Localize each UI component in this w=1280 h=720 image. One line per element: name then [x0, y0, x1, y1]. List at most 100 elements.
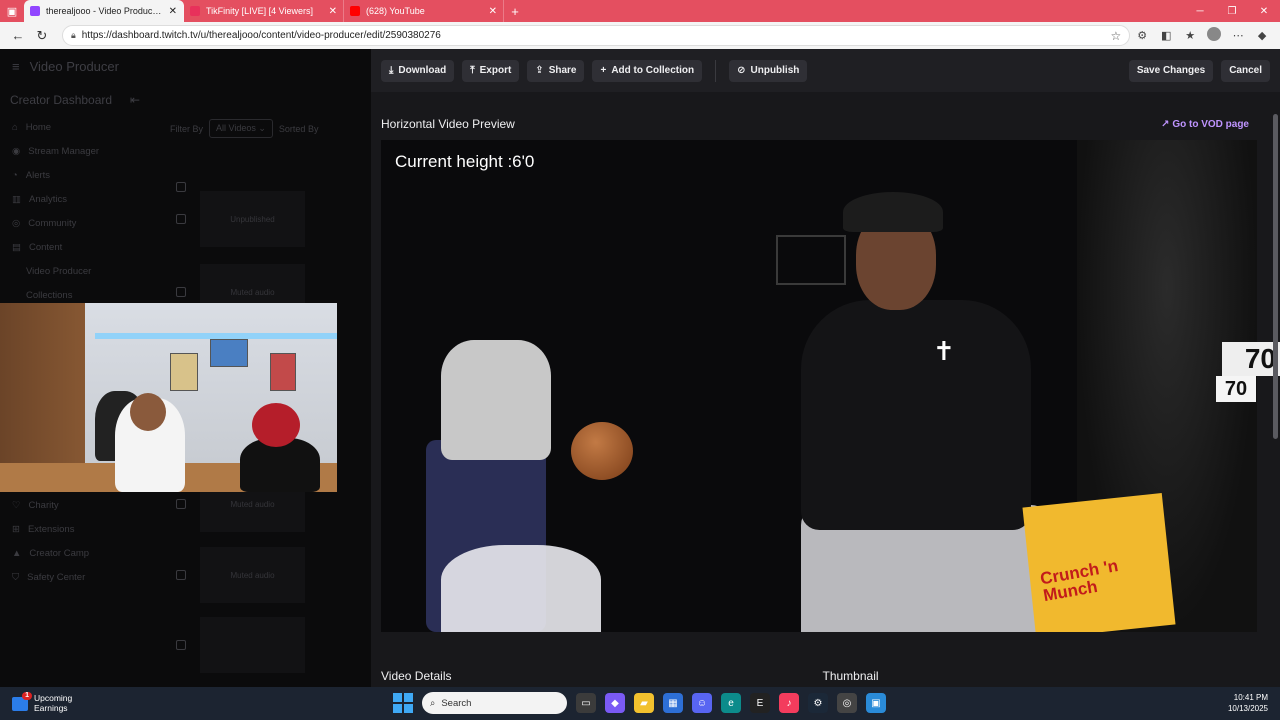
refresh-icon[interactable]: ↻ [30, 28, 54, 44]
widget-badge: 1 [22, 691, 32, 700]
back-icon[interactable]: ← [6, 28, 30, 43]
sidebar-item-label: Charity [28, 499, 59, 511]
restore-icon[interactable]: ❐ [1216, 0, 1248, 22]
browser-tabstrip: ▣ therealjooo - Video Producer - Tw ✕ Ti… [0, 0, 1280, 22]
button-label: Add to Collection [611, 65, 695, 76]
app-icon[interactable]: ▣ [866, 693, 886, 713]
favorites-icon[interactable]: ★ [1178, 29, 1202, 42]
sidebar-item-alerts[interactable]: ◔ Alerts [0, 163, 150, 187]
new-tab-button[interactable]: + [504, 0, 526, 22]
sidebar-item-extensions[interactable]: ⊞ Extensions [0, 517, 150, 541]
row-checkbox[interactable] [176, 570, 186, 580]
store-icon[interactable]: ▦ [663, 693, 683, 713]
epic-games-icon[interactable]: E [750, 693, 770, 713]
edge-icon[interactable]: e [721, 693, 741, 713]
browser-tab-1[interactable]: therealjooo - Video Producer - Tw ✕ [24, 0, 184, 22]
favorite-star-icon[interactable]: ☆ [1110, 29, 1121, 43]
taskbar-search[interactable]: ⌕ Search [422, 692, 567, 714]
video-thumbnail[interactable]: Muted audio [200, 547, 305, 603]
plus-icon: + [600, 65, 607, 76]
tikfinity-favicon-icon [190, 6, 200, 16]
row-checkbox[interactable] [176, 499, 186, 509]
url-text: https://dashboard.twitch.tv/u/therealjoo… [81, 30, 441, 41]
row-checkbox[interactable] [176, 640, 186, 650]
close-window-icon[interactable]: ✕ [1248, 0, 1280, 22]
minimize-icon[interactable]: ─ [1184, 0, 1216, 22]
copilot-icon[interactable]: ◆ [1250, 29, 1274, 42]
video-thumbnail[interactable]: Unpublished [200, 191, 305, 247]
button-label: Share [548, 65, 577, 76]
save-changes-button[interactable]: Save Changes [1128, 59, 1214, 82]
sidebar-item-charity[interactable]: ♡ Charity [0, 493, 150, 517]
thumbnail-status: Muted audio [230, 499, 275, 509]
search-icon: ⌕ [430, 697, 436, 709]
more-menu-icon[interactable]: ⋯ [1226, 29, 1250, 42]
sidebar-item-label: Alerts [25, 169, 51, 181]
table-row[interactable]: Unpublished [176, 189, 371, 249]
url-field[interactable]: 🔒︎ https://dashboard.twitch.tv/u/thereal… [61, 25, 1131, 46]
tab-actions-icon[interactable]: ▣ [0, 0, 24, 22]
modal-scrollbar[interactable] [1273, 114, 1278, 439]
thumbnail-status: Muted audio [230, 287, 275, 297]
webcam-poster [210, 339, 248, 367]
sidebar-item-label: Safety Center [27, 571, 86, 583]
video-preview[interactable]: ✝ Crunch 'n Munch Current height :6'0 [381, 140, 1257, 632]
earnings-widget[interactable]: 1 Upcoming Earnings [0, 691, 72, 714]
extensions-icon[interactable]: ⚙ [1130, 29, 1154, 42]
file-explorer-icon[interactable]: ▰ [634, 693, 654, 713]
close-tab-icon[interactable]: ✕ [169, 6, 177, 17]
link-label: Go to VOD page [1172, 118, 1249, 130]
hamburger-icon[interactable]: ≡ [12, 59, 20, 74]
analytics-icon: ▥ [12, 193, 21, 205]
widget-icon: 1 [12, 691, 32, 711]
details-row: Video Details Thumbnail [381, 669, 1241, 683]
copilot-app-icon[interactable]: ◆ [605, 693, 625, 713]
sidebar-item-video-producer[interactable]: Video Producer [0, 259, 150, 283]
profile-avatar[interactable] [1202, 27, 1226, 44]
filter-select[interactable]: All Videos ⌄ [209, 119, 273, 138]
video-player1-shirt [441, 340, 551, 460]
sidebar-item-safety-center[interactable]: ⛉ Safety Center [0, 565, 150, 589]
windows-start-icon[interactable] [393, 693, 413, 713]
taskbar: 1 Upcoming Earnings ⌕ Search ▭ ◆ ▰ ▦ ☺ e … [0, 687, 1280, 720]
close-tab-icon[interactable]: ✕ [329, 6, 337, 17]
close-tab-icon[interactable]: ✕ [489, 6, 497, 17]
go-to-vod-link[interactable]: ↗ Go to VOD page [1161, 119, 1249, 130]
browser-tab-2[interactable]: TikFinity [LIVE] [4 Viewers] ✕ [184, 0, 344, 22]
sidebar-item-analytics[interactable]: ▥ Analytics [0, 187, 150, 211]
clock-date: 10/13/2025 [1227, 703, 1268, 713]
collapse-icon[interactable]: ⇤ [130, 93, 140, 107]
music-icon[interactable]: ♪ [779, 693, 799, 713]
add-to-collection-button[interactable]: + Add to Collection [592, 59, 703, 82]
button-label: Cancel [1229, 65, 1262, 76]
search-placeholder: Search [441, 697, 472, 709]
table-row[interactable] [176, 615, 371, 675]
row-checkbox[interactable] [176, 214, 186, 224]
split-screen-icon[interactable]: ◧ [1154, 29, 1178, 42]
browser-tab-3[interactable]: (628) YouTube ✕ [344, 0, 504, 22]
obs-icon[interactable]: ◎ [837, 693, 857, 713]
discord-icon[interactable]: ☺ [692, 693, 712, 713]
cancel-button[interactable]: Cancel [1221, 59, 1270, 82]
clock[interactable]: 10:41 PM 10/13/2025 [1228, 693, 1280, 714]
share-icon: ⇪ [535, 65, 544, 76]
webcam-person-left-head [130, 393, 166, 431]
thumbnail-status: Unpublished [230, 214, 275, 224]
sort-label: Sorted By [278, 123, 319, 134]
share-button[interactable]: ⇪ Share [527, 59, 585, 82]
sidebar-item-community[interactable]: ◎ Community [0, 211, 150, 235]
sidebar-item-creator-camp[interactable]: ▲ Creator Camp [0, 541, 150, 565]
table-row[interactable]: Muted audio [176, 545, 371, 605]
sidebar-item-stream-manager[interactable]: ◉ Stream Manager [0, 139, 150, 163]
unpublish-button[interactable]: ⊘ Unpublish [729, 59, 808, 82]
sidebar-item-content[interactable]: ▤ Content [0, 235, 150, 259]
steam-icon[interactable]: ⚙ [808, 693, 828, 713]
button-label: Unpublish [750, 65, 800, 76]
sidebar-item-home[interactable]: ⌂ Home [0, 115, 150, 139]
video-thumbnail[interactable] [200, 617, 305, 673]
task-view-icon[interactable]: ▭ [576, 693, 596, 713]
export-button[interactable]: ⤒ Export [462, 59, 520, 82]
row-checkbox[interactable] [176, 287, 186, 297]
download-button[interactable]: ⤓ Download [381, 59, 455, 82]
sidebar-item-label: Extensions [27, 523, 75, 535]
